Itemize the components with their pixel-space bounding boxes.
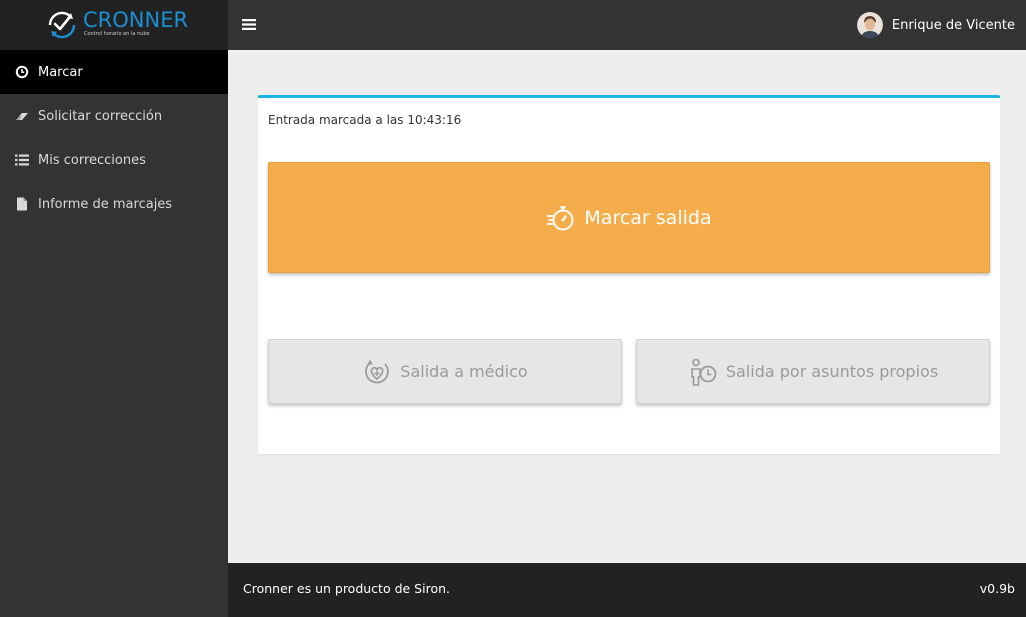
- user-menu[interactable]: Enrique de Vicente: [856, 12, 1015, 38]
- sidebar-item-solicitar-correccion[interactable]: Solicitar corrección: [0, 94, 228, 138]
- medical-icon: [365, 359, 390, 383]
- salida-asuntos-propios-button[interactable]: Salida por asuntos propios: [636, 339, 990, 404]
- footer: Cronner es un producto de Siron. v0.9b: [228, 563, 1026, 617]
- marcar-salida-label: Marcar salida: [584, 206, 712, 229]
- sidebar-item-mis-correcciones[interactable]: Mis correcciones: [0, 138, 228, 182]
- sidebar-nav: Marcar Solicitar corrección Mis correcci…: [0, 50, 228, 226]
- brand[interactable]: CRONNER Control horario en la nube: [0, 0, 228, 50]
- sidebar-item-label: Marcar: [38, 64, 83, 80]
- hamburger-icon[interactable]: [242, 18, 256, 31]
- salida-medico-button[interactable]: Salida a médico: [268, 339, 622, 404]
- marcar-panel: Entrada marcada a las 10:43:16 Marcar sa…: [258, 95, 1000, 454]
- sidebar-item-informe-de-marcajes[interactable]: Informe de marcajes: [0, 182, 228, 226]
- top-bar: Enrique de Vicente: [228, 0, 1026, 50]
- person-clock-icon: [691, 358, 717, 386]
- eraser-icon: [16, 113, 28, 120]
- sidebar-item-label: Informe de marcajes: [38, 196, 173, 212]
- version-label: v0.9b: [979, 581, 1015, 596]
- brand-text: CRONNER Control horario en la nube: [83, 9, 188, 37]
- clock-icon: [15, 65, 29, 79]
- brand-name: CRONNER: [83, 8, 189, 32]
- status-text: Entrada marcada a las 10:43:16: [268, 113, 462, 127]
- sidebar-item-label: Solicitar corrección: [38, 108, 163, 124]
- list-icon: [15, 154, 29, 166]
- main-content: Entrada marcada a las 10:43:16 Marcar sa…: [228, 50, 1026, 563]
- file-icon: [17, 197, 27, 211]
- marcar-salida-button[interactable]: Marcar salida: [268, 162, 990, 273]
- avatar: [856, 12, 883, 38]
- stopwatch-icon: [547, 205, 574, 230]
- user-name: Enrique de Vicente: [891, 17, 1015, 33]
- sidebar-item-marcar[interactable]: Marcar: [0, 50, 228, 94]
- cronner-logo-icon: [48, 11, 76, 39]
- salida-medico-label: Salida a médico: [400, 362, 528, 381]
- sidebar-item-label: Mis correcciones: [38, 152, 146, 168]
- sidebar: CRONNER Control horario en la nube Marca…: [0, 0, 228, 617]
- footer-text: Cronner es un producto de Siron.: [243, 581, 450, 596]
- salida-asuntos-propios-label: Salida por asuntos propios: [725, 362, 939, 381]
